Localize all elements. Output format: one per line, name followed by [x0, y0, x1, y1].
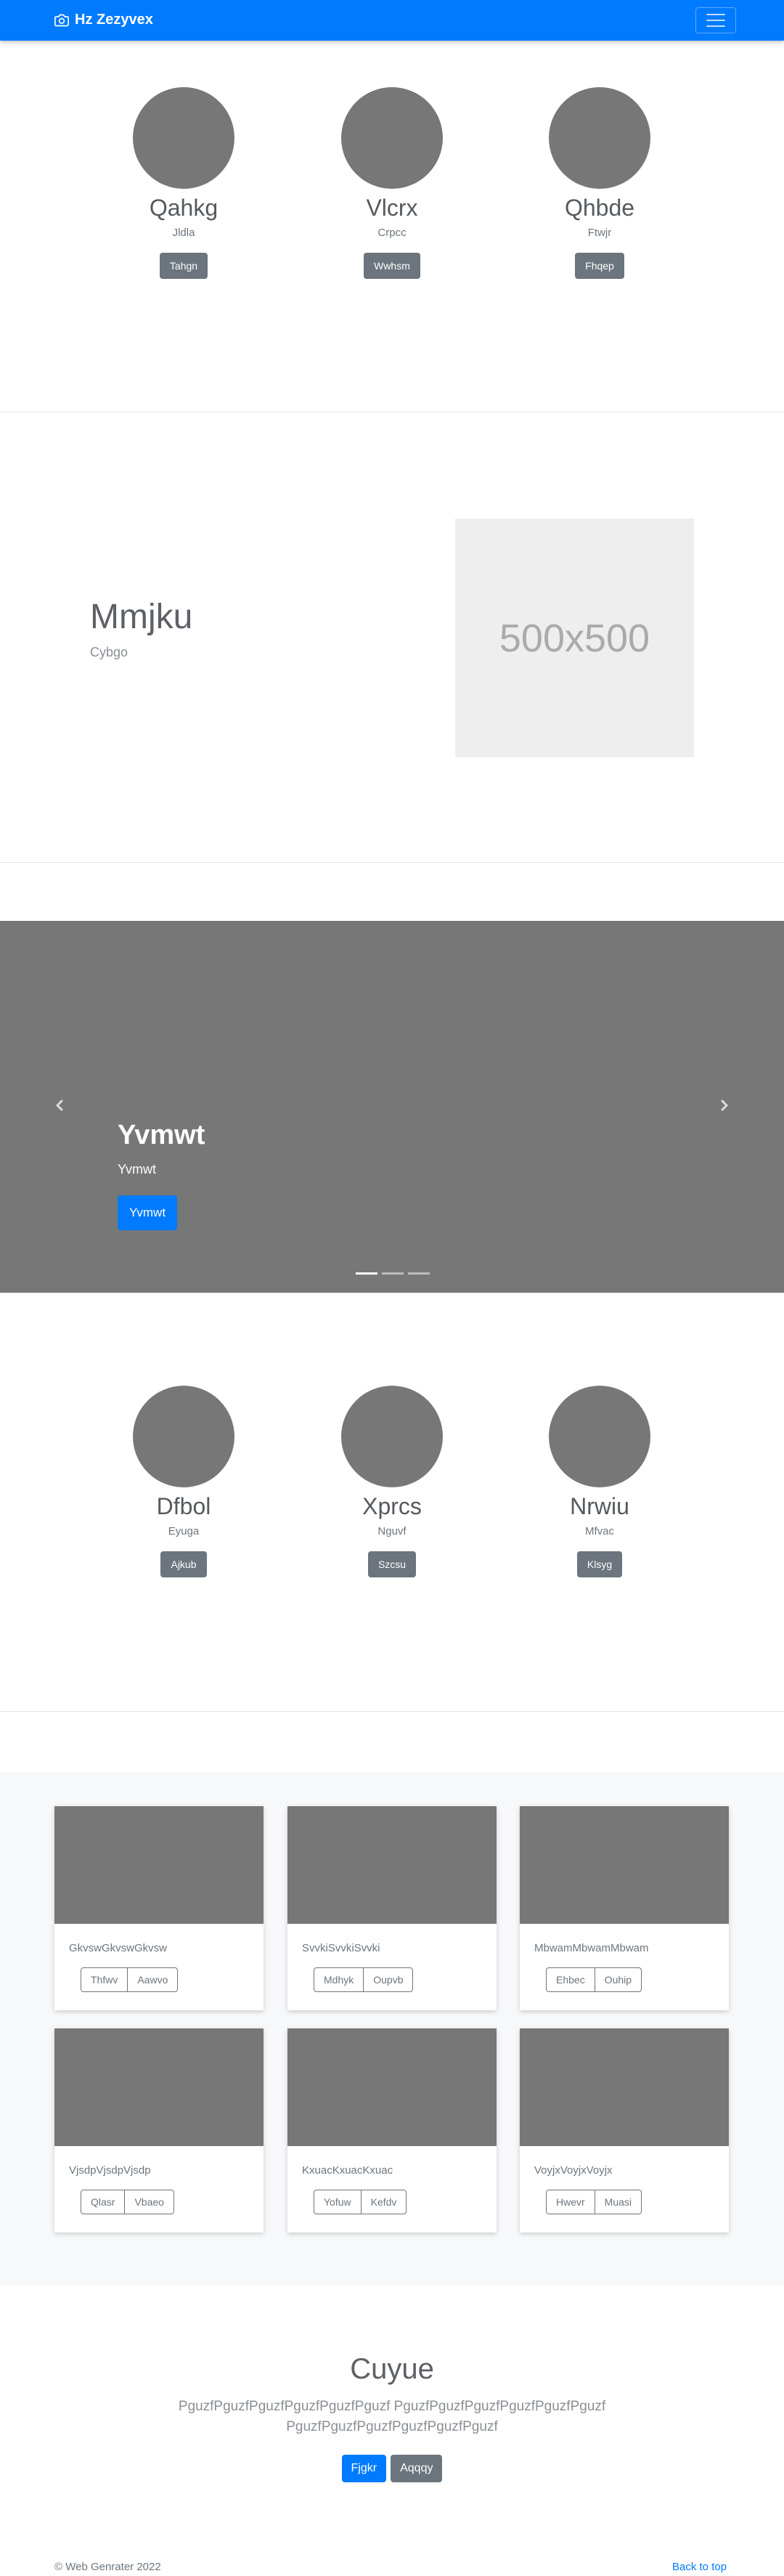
carousel-indicator[interactable] [382, 1272, 404, 1275]
section-divider [0, 862, 784, 863]
team-member-name: Vlcrx [366, 195, 418, 221]
card-button-group: Hwevr Muasi [546, 2190, 642, 2214]
jumbotron-lead: PguzfPguzfPguzfPguzfPguzfPguzf PguzfPguz… [178, 2399, 606, 2434]
card-button-group: Yofuw Kefdv [314, 2190, 407, 2214]
team-member-subtitle: Nguvf [377, 1525, 407, 1537]
brand-link[interactable]: Hz Zezyvex [54, 12, 153, 28]
jumbotron-secondary-button[interactable]: Aqqqy [391, 2455, 443, 2482]
card-button[interactable]: Oupvb [363, 1967, 414, 1992]
navbar: Hz Zezyvex [0, 0, 784, 41]
back-to-top-link[interactable]: Back to top [672, 2561, 727, 2573]
card-thumbnail [287, 2028, 497, 2146]
album-section: GkvswGkvswGkvsw Thfwv Aawvo SvvkiSvvkiSv… [0, 1772, 784, 2286]
team-member-name: Xprcs [362, 1493, 422, 1519]
navbar-toggler-button[interactable] [695, 7, 736, 33]
team-member-subtitle: Jldla [172, 227, 195, 239]
card-button-group: Mdhyk Oupvb [314, 1967, 414, 1992]
card-thumbnail [287, 1806, 497, 1924]
team-member: Qhbde Ftwjr Fhqep [505, 87, 694, 279]
team-member: Qahkg Jldla Tahgn [89, 87, 278, 279]
avatar-circle [341, 87, 443, 189]
card-text: VjsdpVjsdpVjsdp [69, 2164, 151, 2177]
jumbotron-primary-button[interactable]: Fjgkr [341, 2455, 387, 2482]
avatar-circle [133, 87, 234, 189]
card-button-group: Ehbec Ouhip [546, 1967, 642, 1992]
team-member-name: Qahkg [149, 195, 219, 221]
avatar-circle [549, 87, 650, 189]
carousel: Yvmwt Yvmwt Yvmwt [0, 921, 784, 1293]
album-card: VjsdpVjsdpVjsdp Qlasr Vbaeo [54, 2028, 264, 2232]
card-thumbnail [54, 1806, 264, 1924]
jumbotron-buttons: Fjgkr Aqqqy [0, 2455, 784, 2482]
carousel-caption-button[interactable]: Yvmwt [118, 1195, 178, 1230]
team-member: Vlcrx Crpcc Wwhsm [298, 87, 486, 279]
hamburger-icon-bar [706, 25, 725, 27]
card-thumbnail [520, 1806, 729, 1924]
carousel-indicator[interactable] [356, 1272, 377, 1275]
album-card: GkvswGkvswGkvsw Thfwv Aawvo [54, 1806, 264, 2010]
team-member-name: Dfbol [156, 1493, 211, 1519]
carousel-caption-title: Yvmwt [118, 1120, 205, 1150]
team-member-button[interactable]: Fhqep [575, 253, 624, 279]
feature-subheading: Cybgo [90, 645, 128, 659]
team-member-button[interactable]: Szcsu [367, 1551, 417, 1577]
card-thumbnail [54, 2028, 264, 2146]
brand-name: Hz Zezyvex [75, 12, 153, 28]
card-thumbnail [520, 2028, 729, 2146]
card-text: VoyjxVoyjxVoyjx [534, 2164, 613, 2177]
card-button[interactable]: Vbaeo [124, 2190, 174, 2214]
team-member-button[interactable]: Ajkub [160, 1551, 207, 1577]
card-button[interactable]: Aawvo [127, 1967, 179, 1992]
chevron-right-icon[interactable] [716, 1097, 733, 1114]
hamburger-icon-bar [706, 14, 725, 15]
team-member-button[interactable]: Wwhsm [364, 253, 420, 279]
camera-icon [54, 14, 69, 26]
chevron-left-icon[interactable] [51, 1097, 68, 1114]
album-card: KxuacKxuacKxuac Yofuw Kefdv [287, 2028, 497, 2232]
team-member-name: Nrwiu [570, 1493, 629, 1519]
jumbotron-heading: Cuyue [350, 2353, 434, 2385]
hamburger-icon-bar [706, 20, 725, 21]
card-button[interactable]: Yofuw [314, 2190, 362, 2214]
team-member: Dfbol Eyuga Ajkub [89, 1386, 278, 1577]
section-divider [0, 412, 784, 413]
album-card: MbwamMbwamMbwam Ehbec Ouhip [520, 1806, 729, 2010]
avatar-circle [133, 1386, 234, 1487]
team-member-button[interactable]: Tahgn [159, 253, 208, 279]
card-text: MbwamMbwamMbwam [534, 1942, 649, 1954]
avatar-circle [549, 1386, 650, 1487]
team-member-name: Qhbde [564, 195, 635, 221]
carousel-indicators [356, 1272, 430, 1275]
team-member: Nrwiu Mfvac Klsyg [505, 1386, 694, 1577]
card-button-group: Qlasr Vbaeo [81, 2190, 174, 2214]
feature-heading: Mmjku [90, 598, 193, 636]
avatar-circle [341, 1386, 443, 1487]
team-member-button[interactable]: Klsyg [576, 1551, 623, 1577]
card-text: SvvkiSvvkiSvvki [302, 1942, 380, 1954]
carousel-caption-text: Yvmwt [118, 1162, 157, 1177]
card-button[interactable]: Thfwv [81, 1967, 128, 1992]
team-member: Xprcs Nguvf Szcsu [298, 1386, 486, 1577]
team-member-subtitle: Ftwjr [587, 227, 612, 239]
card-text: GkvswGkvswGkvsw [69, 1942, 167, 1954]
section-divider [0, 1711, 784, 1712]
card-button[interactable]: Mdhyk [314, 1967, 364, 1992]
album-card: SvvkiSvvkiSvvki Mdhyk Oupvb [287, 1806, 497, 2010]
placeholder-image: 500x500 [455, 519, 694, 757]
card-button[interactable]: Qlasr [81, 2190, 126, 2214]
card-button[interactable]: Kefdv [360, 2190, 407, 2214]
team-member-subtitle: Eyuga [168, 1525, 200, 1537]
card-text: KxuacKxuacKxuac [302, 2164, 393, 2177]
card-button[interactable]: Hwevr [546, 2190, 595, 2214]
card-button[interactable]: Ehbec [546, 1967, 595, 1992]
card-button[interactable]: Muasi [594, 2190, 642, 2214]
card-button[interactable]: Ouhip [594, 1967, 642, 1992]
card-button-group: Thfwv Aawvo [81, 1967, 179, 1992]
team-member-subtitle: Mfvac [584, 1525, 614, 1537]
carousel-indicator[interactable] [408, 1272, 430, 1275]
footer-copyright: © Web Genrater 2022 [54, 2561, 161, 2573]
team-member-subtitle: Crpcc [377, 227, 407, 239]
album-card: VoyjxVoyjxVoyjx Hwevr Muasi [520, 2028, 729, 2232]
